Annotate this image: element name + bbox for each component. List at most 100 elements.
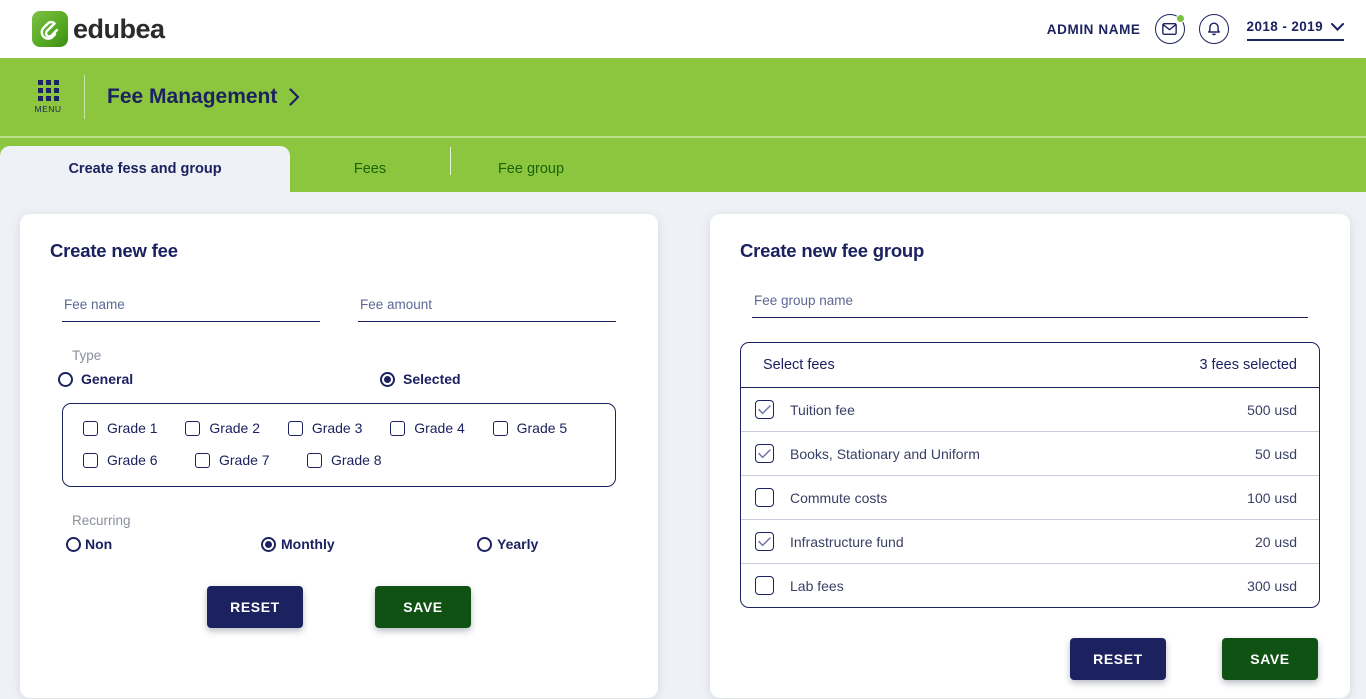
- top-bar: edubea ADMIN NAME 2018 - 2019: [0, 0, 1366, 58]
- fee-amount-input[interactable]: [358, 297, 616, 322]
- main-content: Create new fee Type General Selected: [0, 192, 1366, 698]
- radio-recurring-yearly[interactable]: Yearly: [477, 536, 538, 552]
- radio-icon-checked: [261, 536, 276, 552]
- fee-item-left: Books, Stationary and Uniform: [755, 444, 980, 463]
- checkbox-icon: [83, 420, 98, 436]
- grade-selection-box: Grade 1 Grade 2 Grade 3 Grade 4 Grade 5: [62, 403, 616, 487]
- grade-label: Grade 7: [219, 452, 270, 468]
- tab-bar: Create fess and group Fees Fee group: [0, 136, 1366, 192]
- create-fee-title: Create new fee: [50, 240, 178, 261]
- page-title-text: Fee Management: [107, 85, 278, 108]
- grade-label: Grade 5: [516, 420, 568, 436]
- checkbox-icon: [390, 420, 406, 436]
- fee-amount-label: 300 usd: [1247, 577, 1297, 594]
- grid-menu-icon[interactable]: MENU: [26, 80, 70, 114]
- create-fee-group-actions: RESET SAVE: [740, 638, 1320, 680]
- create-new-fee-group-card: Create new fee group Select fees 3 fees …: [710, 214, 1350, 698]
- fee-name-label: Books, Stationary and Uniform: [790, 445, 980, 462]
- radio-type-selected[interactable]: Selected: [380, 371, 461, 387]
- tab-create-fees-and-group[interactable]: Create fess and group: [0, 146, 290, 192]
- fee-amount-label: 100 usd: [1247, 489, 1297, 506]
- grade-label: Grade 8: [331, 452, 382, 468]
- type-radio-group: General Selected: [50, 371, 628, 387]
- admin-name[interactable]: ADMIN NAME: [1047, 22, 1141, 37]
- checkbox-grade-7[interactable]: Grade 7: [195, 452, 307, 468]
- fee-fields-row: [50, 296, 628, 322]
- fee-name-label: Tuition fee: [790, 401, 855, 418]
- radio-label: Monthly: [281, 536, 335, 552]
- fee-list-item[interactable]: Lab fees 300 usd: [741, 564, 1319, 607]
- selected-count-label: 3 fees selected: [1199, 357, 1297, 373]
- tab-fee-group[interactable]: Fee group: [451, 146, 611, 192]
- fee-list-item[interactable]: Commute costs 100 usd: [741, 476, 1319, 520]
- checkbox-grade-3[interactable]: Grade 3: [287, 420, 390, 436]
- grade-row: Grade 1 Grade 2 Grade 3 Grade 4 Grade 5: [83, 420, 595, 436]
- checkbox-icon: [307, 452, 322, 468]
- radio-label: Non: [85, 536, 113, 552]
- checkbox-grade-5[interactable]: Grade 5: [492, 420, 595, 436]
- checkbox-icon: [83, 452, 98, 468]
- checkbox-icon[interactable]: [755, 576, 774, 595]
- fee-name-label: Lab fees: [790, 577, 844, 594]
- checkbox-icon: [185, 420, 201, 436]
- checkbox-icon-checked[interactable]: [755, 532, 774, 551]
- envelope-icon[interactable]: [1154, 14, 1185, 44]
- radio-label: Selected: [403, 371, 461, 387]
- fee-group-name-input[interactable]: [752, 293, 1308, 318]
- menu-label: MENU: [34, 104, 62, 114]
- grade-label: Grade 1: [107, 420, 158, 436]
- checkbox-icon-checked[interactable]: [755, 444, 774, 463]
- academic-year-select[interactable]: 2018 - 2019: [1246, 18, 1344, 41]
- save-button[interactable]: SAVE: [375, 586, 471, 628]
- checkbox-grade-4[interactable]: Grade 4: [390, 420, 492, 436]
- fee-amount-label: 50 usd: [1254, 445, 1297, 462]
- save-button[interactable]: SAVE: [1222, 638, 1318, 680]
- grade-row: Grade 6 Grade 7 Grade 8: [83, 452, 595, 468]
- radio-label: General: [81, 371, 134, 387]
- checkbox-grade-2[interactable]: Grade 2: [185, 420, 287, 436]
- fee-group-name-row: [740, 292, 1320, 318]
- checkbox-icon: [195, 452, 210, 468]
- bell-icon[interactable]: [1198, 14, 1229, 44]
- brand-name: edubea: [73, 13, 165, 44]
- tab-fees[interactable]: Fees: [290, 146, 450, 192]
- create-fee-group-title: Create new fee group: [740, 240, 925, 261]
- fee-item-left: Tuition fee: [755, 400, 855, 419]
- reset-button[interactable]: RESET: [207, 586, 303, 628]
- brand-logo[interactable]: edubea: [32, 11, 165, 47]
- fee-name-label: Commute costs: [790, 489, 888, 506]
- checkbox-grade-8[interactable]: Grade 8: [307, 452, 419, 468]
- radio-recurring-non[interactable]: Non: [66, 536, 261, 552]
- grid-menu-glyph: [37, 80, 59, 101]
- fee-list-item[interactable]: Books, Stationary and Uniform 50 usd: [741, 432, 1319, 476]
- radio-icon: [58, 371, 73, 387]
- page-title: Fee Management: [107, 85, 300, 109]
- fee-name-label: Infrastructure fund: [790, 533, 904, 550]
- radio-recurring-monthly[interactable]: Monthly: [261, 536, 477, 552]
- checkbox-icon-checked[interactable]: [755, 400, 774, 419]
- checkbox-grade-6[interactable]: Grade 6: [83, 452, 195, 468]
- fee-list-item[interactable]: Tuition fee 500 usd: [741, 388, 1319, 432]
- select-fees-header: Select fees 3 fees selected: [741, 343, 1319, 388]
- fee-name-field: [62, 296, 320, 322]
- fee-item-left: Commute costs: [755, 488, 887, 507]
- create-fee-actions: RESET SAVE: [50, 586, 628, 628]
- fee-item-left: Infrastructure fund: [755, 532, 904, 551]
- select-fees-label: Select fees: [763, 357, 835, 373]
- radio-icon-checked: [380, 371, 395, 387]
- checkbox-icon: [492, 420, 508, 436]
- grade-label: Grade 3: [311, 420, 363, 436]
- fee-list-item[interactable]: Infrastructure fund 20 usd: [741, 520, 1319, 564]
- checkbox-icon[interactable]: [755, 488, 774, 507]
- tab-label: Create fess and group: [68, 161, 222, 177]
- radio-icon: [477, 536, 492, 552]
- radio-label: Yearly: [497, 536, 539, 552]
- fee-name-input[interactable]: [62, 297, 320, 322]
- grade-label: Grade 4: [414, 420, 465, 436]
- reset-button[interactable]: RESET: [1070, 638, 1166, 680]
- checkbox-grade-1[interactable]: Grade 1: [83, 420, 185, 436]
- recurring-radio-group: Non Monthly Yearly: [50, 536, 628, 552]
- tab-label: Fees: [353, 161, 387, 177]
- radio-type-general[interactable]: General: [58, 371, 380, 387]
- chevron-right-icon[interactable]: [289, 88, 300, 106]
